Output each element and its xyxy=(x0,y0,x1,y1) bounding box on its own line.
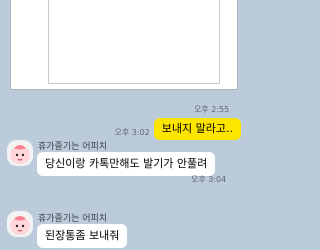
chat-window: 오후 2:55 오후 3:02 보내지 말라고.. 휴가즐기는 어피치 당신이랑… xyxy=(0,0,250,250)
outgoing-message-bubble[interactable]: 보내지 말라고.. xyxy=(153,118,241,140)
sender-name: 휴가즐기는 어피치 xyxy=(38,142,108,152)
message-time: 오후 3:02 xyxy=(114,128,150,137)
incoming-message-bubble[interactable]: 당신이랑 카톡만해도 발기가 안풀려 xyxy=(37,152,216,176)
avatar[interactable] xyxy=(7,211,33,237)
apeach-character-icon xyxy=(7,140,33,166)
avatar[interactable] xyxy=(7,140,33,166)
shared-image xyxy=(48,0,220,84)
sender-name: 휴가즐기는 어피치 xyxy=(38,214,108,224)
incoming-message-bubble[interactable]: 된장통좀 보내줘 xyxy=(37,224,128,248)
outgoing-message-row: 오후 3:02 보내지 말라고.. xyxy=(115,118,241,140)
shared-image-card[interactable] xyxy=(10,0,238,90)
apeach-character-icon xyxy=(7,211,33,237)
message-time: 오후 3:04 xyxy=(191,175,227,184)
message-time: 오후 2:55 xyxy=(194,105,230,114)
